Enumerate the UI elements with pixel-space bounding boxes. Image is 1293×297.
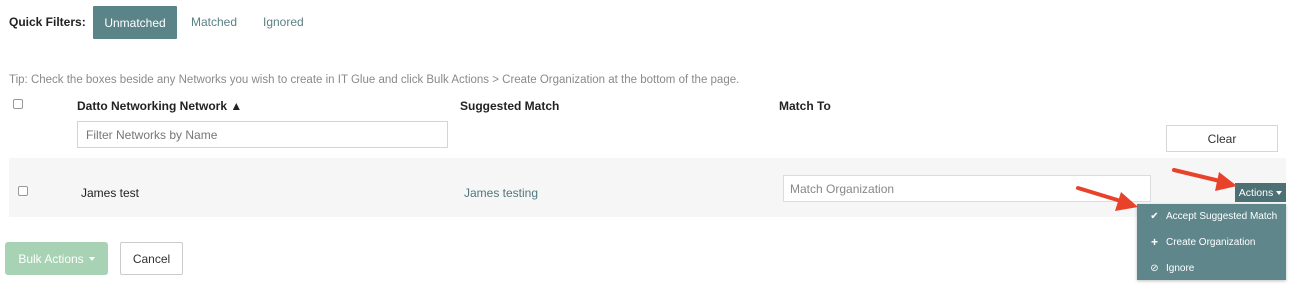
- network-name: James test: [81, 186, 140, 200]
- menu-item-label: Create Organization: [1166, 236, 1256, 248]
- quick-filters-label: Quick Filters:: [9, 15, 86, 29]
- plus-icon: +: [1150, 235, 1158, 249]
- caret-down-icon: [1276, 190, 1283, 195]
- caret-down-icon: [88, 256, 95, 261]
- menu-item-ignore[interactable]: ⊘ Ignore: [1137, 256, 1286, 280]
- menu-item-accept-suggested-match[interactable]: ✔ Accept Suggested Match: [1137, 204, 1286, 228]
- column-header-network[interactable]: Datto Networking Network ▲: [77, 99, 242, 113]
- suggested-match-link[interactable]: James testing: [464, 186, 538, 200]
- cancel-button[interactable]: Cancel: [120, 242, 183, 275]
- menu-item-label: Ignore: [1166, 262, 1195, 274]
- check-icon: ✔: [1150, 210, 1159, 222]
- bulk-actions-button[interactable]: Bulk Actions: [5, 242, 108, 275]
- actions-button[interactable]: Actions: [1235, 183, 1286, 202]
- ban-icon: ⊘: [1150, 262, 1159, 274]
- bulk-actions-label: Bulk Actions: [18, 251, 84, 266]
- filter-tab-ignored[interactable]: Ignored: [263, 15, 304, 29]
- match-organization-input[interactable]: [783, 175, 1151, 202]
- menu-item-create-organization[interactable]: + Create Organization: [1137, 230, 1286, 254]
- column-header-suggested-match: Suggested Match: [460, 99, 560, 113]
- menu-item-label: Accept Suggested Match: [1166, 210, 1278, 222]
- tip-text: Tip: Check the boxes beside any Networks…: [9, 74, 740, 86]
- column-header-match-to: Match To: [779, 99, 831, 113]
- actions-dropdown-menu: ✔ Accept Suggested Match + Create Organi…: [1137, 204, 1286, 280]
- network-filter-input[interactable]: [77, 121, 448, 148]
- filter-tab-unmatched[interactable]: Unmatched: [93, 6, 177, 39]
- actions-label: Actions: [1238, 186, 1274, 199]
- filter-tab-matched[interactable]: Matched: [191, 15, 237, 29]
- select-all-checkbox[interactable]: [13, 99, 23, 109]
- clear-button[interactable]: Clear: [1166, 125, 1278, 152]
- annotation-arrows: [1076, 168, 1237, 211]
- row-checkbox[interactable]: [18, 186, 28, 196]
